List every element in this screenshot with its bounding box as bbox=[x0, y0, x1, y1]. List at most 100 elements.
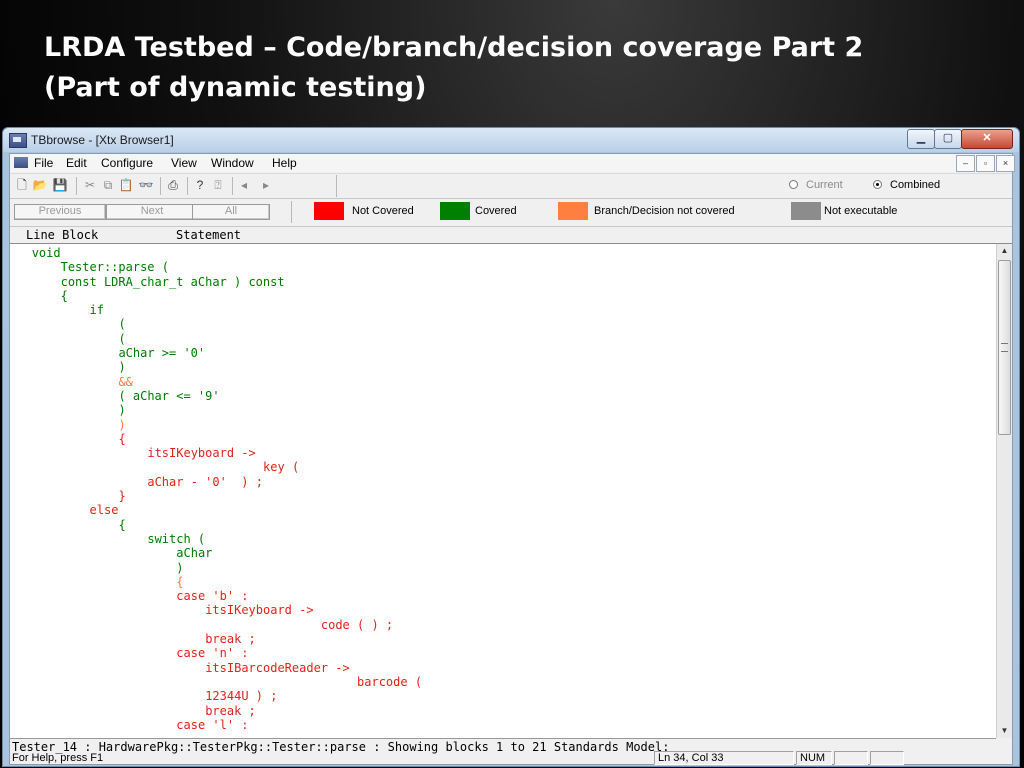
mdi-restore-button[interactable]: ▫ bbox=[976, 155, 995, 172]
code-line[interactable]: aChar >= '0' bbox=[10, 346, 422, 360]
print-icon[interactable]: ⎙ bbox=[165, 177, 181, 193]
code-line[interactable]: ( bbox=[10, 332, 422, 346]
code-line[interactable]: break ; bbox=[10, 704, 422, 718]
legend-label-branch-not-covered: Branch/Decision not covered bbox=[594, 205, 735, 217]
save-icon[interactable]: 💾 bbox=[52, 177, 68, 193]
column-statement[interactable]: Statement bbox=[176, 228, 241, 242]
code-line[interactable]: case 'b' : bbox=[10, 589, 422, 603]
forward-arrow-icon[interactable]: ▸ bbox=[258, 177, 274, 193]
code-line[interactable]: ) bbox=[10, 403, 422, 417]
menu-edit[interactable]: Edit bbox=[66, 156, 87, 170]
scroll-thumb[interactable] bbox=[998, 260, 1011, 435]
code-line[interactable]: itsIKeyboard -> bbox=[10, 446, 422, 460]
legend-label-not-executable: Not executable bbox=[824, 205, 898, 217]
legend-swatch-covered bbox=[440, 202, 470, 220]
navigation-legend-bar: Previous Next All Not Covered Covered Br… bbox=[10, 198, 1012, 227]
status-num-indicator: NUM bbox=[796, 751, 832, 765]
code-line[interactable]: } bbox=[10, 489, 422, 503]
code-line[interactable]: Tester::parse ( bbox=[10, 260, 422, 274]
code-line[interactable]: void bbox=[10, 246, 422, 260]
window-title: TBbrowse - [Xtx Browser1] bbox=[31, 133, 174, 147]
mdi-close-button[interactable]: × bbox=[996, 155, 1015, 172]
next-button[interactable]: Next bbox=[106, 204, 198, 220]
toolbar-separator bbox=[76, 177, 77, 195]
current-radio-label[interactable]: Current bbox=[806, 179, 843, 191]
paste-icon[interactable]: 📋 bbox=[118, 177, 134, 193]
slide-title-line-2: (Part of dynamic testing) bbox=[44, 72, 427, 103]
slide-title: LRDA Testbed – Code/branch/decision cove… bbox=[44, 28, 984, 108]
column-line-block[interactable]: Line Block bbox=[26, 228, 98, 242]
scroll-down-arrow-icon[interactable]: ▼ bbox=[997, 724, 1012, 738]
code-line[interactable]: itsIBarcodeReader -> bbox=[10, 661, 422, 675]
scroll-up-arrow-icon[interactable]: ▲ bbox=[997, 244, 1012, 258]
code-line[interactable]: const LDRA_char_t aChar ) const bbox=[10, 275, 422, 289]
mdi-minimize-button[interactable]: – bbox=[956, 155, 975, 172]
code-line[interactable]: ) bbox=[10, 561, 422, 575]
code-line[interactable]: ( bbox=[10, 317, 422, 331]
toolbar-separator bbox=[160, 177, 161, 195]
code-line[interactable]: { bbox=[10, 518, 422, 532]
code-line[interactable]: { bbox=[10, 575, 422, 589]
grip-icon bbox=[1001, 343, 1008, 352]
cut-icon[interactable]: ✂ bbox=[82, 177, 98, 193]
toolbar-separator bbox=[232, 177, 233, 195]
code-line[interactable]: case 'l' : bbox=[10, 718, 422, 732]
code-line[interactable]: { bbox=[10, 432, 422, 446]
menu-window[interactable]: Window bbox=[211, 156, 254, 170]
close-button[interactable]: ✕ bbox=[961, 129, 1013, 149]
menu-configure[interactable]: Configure bbox=[101, 156, 153, 170]
code-line[interactable]: switch ( bbox=[10, 532, 422, 546]
current-radio[interactable] bbox=[789, 180, 798, 189]
combined-radio[interactable] bbox=[873, 180, 882, 189]
find-binoculars-icon[interactable]: 👓 bbox=[138, 177, 154, 193]
code-line[interactable]: key ( bbox=[10, 460, 422, 474]
status-cell-empty bbox=[870, 751, 904, 765]
code-line[interactable]: 12344U ) ; bbox=[10, 689, 422, 703]
code-line[interactable]: itsIKeyboard -> bbox=[10, 603, 422, 617]
code-line[interactable]: ) bbox=[10, 360, 422, 374]
all-button[interactable]: All bbox=[192, 204, 270, 220]
code-listing: void Tester::parse (const LDRA_char_t aCh… bbox=[10, 246, 422, 732]
open-folder-icon[interactable]: 📂 bbox=[32, 177, 48, 193]
previous-button[interactable]: Previous bbox=[14, 204, 106, 220]
minimize-button[interactable]: ▁ bbox=[907, 129, 935, 149]
code-line[interactable]: aChar - '0' ) ; bbox=[10, 475, 422, 489]
window-titlebar[interactable]: TBbrowse - [Xtx Browser1] ▁ ▢ ✕ bbox=[3, 128, 1019, 152]
legend-swatch-not-executable bbox=[791, 202, 821, 220]
code-line[interactable]: ( aChar <= '9' bbox=[10, 389, 422, 403]
toolbar-separator bbox=[187, 177, 188, 195]
context-help-icon[interactable]: ⍰ bbox=[210, 177, 226, 193]
code-line[interactable]: if bbox=[10, 303, 422, 317]
vertical-scrollbar[interactable]: ▲ ▼ bbox=[996, 244, 1012, 738]
status-position: Ln 34, Col 33 bbox=[654, 751, 794, 765]
code-line[interactable]: case 'n' : bbox=[10, 646, 422, 660]
code-line[interactable]: { bbox=[10, 289, 422, 303]
maximize-button[interactable]: ▢ bbox=[934, 129, 962, 149]
slide-title-line-1: LRDA Testbed – Code/branch/decision cove… bbox=[44, 32, 864, 63]
menu-help[interactable]: Help bbox=[272, 156, 297, 170]
document-icon[interactable] bbox=[14, 157, 28, 168]
toolbar-separator bbox=[336, 175, 337, 197]
column-header: Line Block Statement bbox=[10, 227, 1012, 244]
help-icon[interactable]: ? bbox=[192, 177, 208, 193]
code-line[interactable]: ) bbox=[10, 418, 422, 432]
back-arrow-icon[interactable]: ◂ bbox=[236, 177, 252, 193]
code-line[interactable]: && bbox=[10, 375, 422, 389]
legend-swatch-branch-not-covered bbox=[558, 202, 588, 220]
legend-label-not-covered: Not Covered bbox=[352, 205, 414, 217]
menu-view[interactable]: View bbox=[171, 156, 197, 170]
code-line[interactable]: else bbox=[10, 503, 422, 517]
status-bar: For Help, press F1 Ln 34, Col 33 NUM bbox=[10, 751, 1012, 766]
code-view[interactable]: void Tester::parse (const LDRA_char_t aCh… bbox=[10, 244, 996, 739]
app-icon bbox=[9, 133, 27, 148]
copy-icon[interactable]: ⧉ bbox=[100, 177, 116, 193]
code-line[interactable]: code ( ) ; bbox=[10, 618, 422, 632]
menu-file[interactable]: File bbox=[34, 156, 53, 170]
code-line[interactable]: aChar bbox=[10, 546, 422, 560]
code-line[interactable]: break ; bbox=[10, 632, 422, 646]
info-line-text: Tester_14 : HardwarePkg::TesterPkg::Test… bbox=[12, 740, 670, 754]
code-line[interactable]: barcode ( bbox=[10, 675, 422, 689]
new-file-icon[interactable]: 🗋 bbox=[14, 177, 30, 193]
client-area: File Edit Configure View Window Help – ▫… bbox=[9, 153, 1015, 766]
combined-radio-label[interactable]: Combined bbox=[890, 179, 940, 191]
